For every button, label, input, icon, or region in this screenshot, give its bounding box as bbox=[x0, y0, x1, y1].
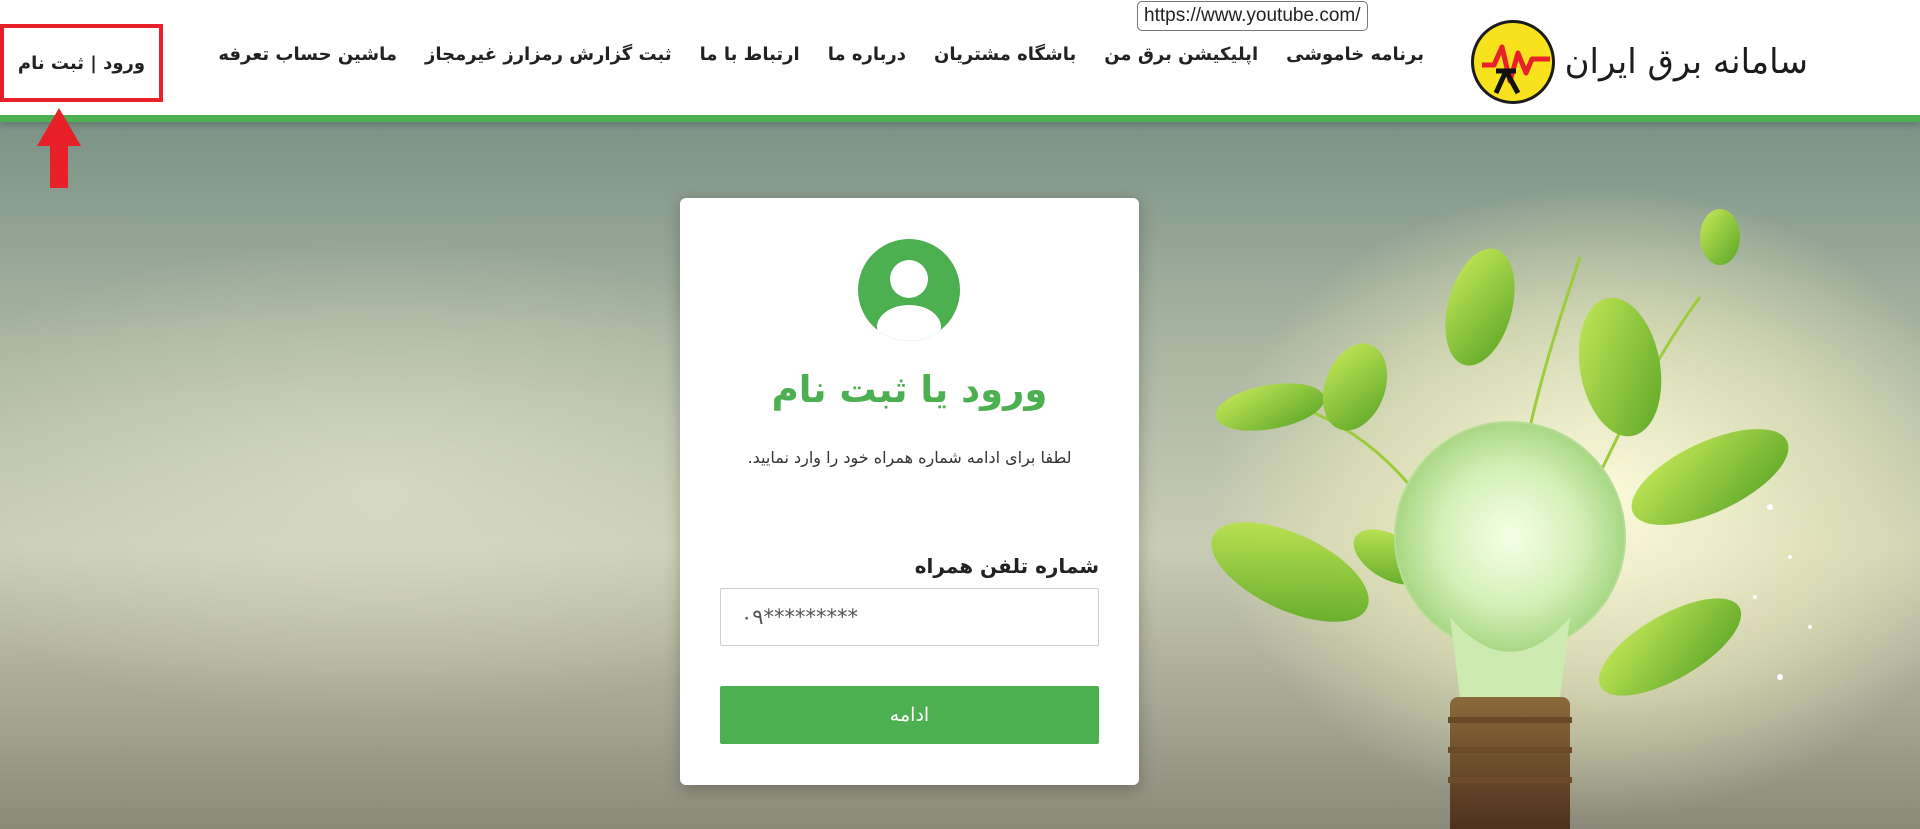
nav-item-tariff-calculator[interactable]: ماشین حساب تعرفه bbox=[218, 44, 397, 65]
phone-input[interactable] bbox=[720, 588, 1099, 646]
user-avatar-icon bbox=[858, 239, 960, 341]
login-title: ورود یا ثبت نام bbox=[771, 368, 1048, 411]
phone-field-label: شماره تلفن همراه bbox=[914, 554, 1099, 578]
nav-item-about[interactable]: درباره ما bbox=[828, 44, 906, 65]
login-subtitle: لطفا برای ادامه شماره همراه خود را وارد … bbox=[747, 448, 1072, 467]
nav-item-outage-schedule[interactable]: برنامه خاموشی bbox=[1286, 44, 1424, 65]
login-card: ورود یا ثبت نام لطفا برای ادامه شماره هم… bbox=[680, 198, 1139, 785]
site-header: سامانه برق ایران برنامه خاموشی اپلیکیشن … bbox=[0, 0, 1920, 122]
nav-item-report-crypto[interactable]: ثبت گزارش رمزارز غیرمجاز bbox=[425, 44, 672, 65]
brand-name: سامانه برق ایران bbox=[1564, 42, 1808, 82]
continue-button[interactable]: ادامه bbox=[720, 686, 1099, 744]
url-tooltip: https://www.youtube.com/ bbox=[1137, 1, 1368, 31]
login-register-link-highlight: ورود | ثبت نام bbox=[0, 24, 163, 102]
main-nav: برنامه خاموشی اپلیکیشن برق من باشگاه مشت… bbox=[218, 44, 1424, 65]
nav-item-app[interactable]: اپلیکیشن برق من bbox=[1104, 44, 1258, 65]
electric-power-logo-icon bbox=[1470, 20, 1555, 104]
nav-item-contact[interactable]: ارتباط با ما bbox=[700, 44, 800, 65]
nav-item-customer-club[interactable]: باشگاه مشتریان bbox=[934, 44, 1076, 65]
red-arrow-up-icon bbox=[37, 108, 81, 188]
brand[interactable]: سامانه برق ایران bbox=[1470, 20, 1808, 104]
login-register-link[interactable]: ورود | ثبت نام bbox=[18, 53, 145, 74]
lightbulb-leaves-illustration bbox=[1211, 209, 1812, 829]
